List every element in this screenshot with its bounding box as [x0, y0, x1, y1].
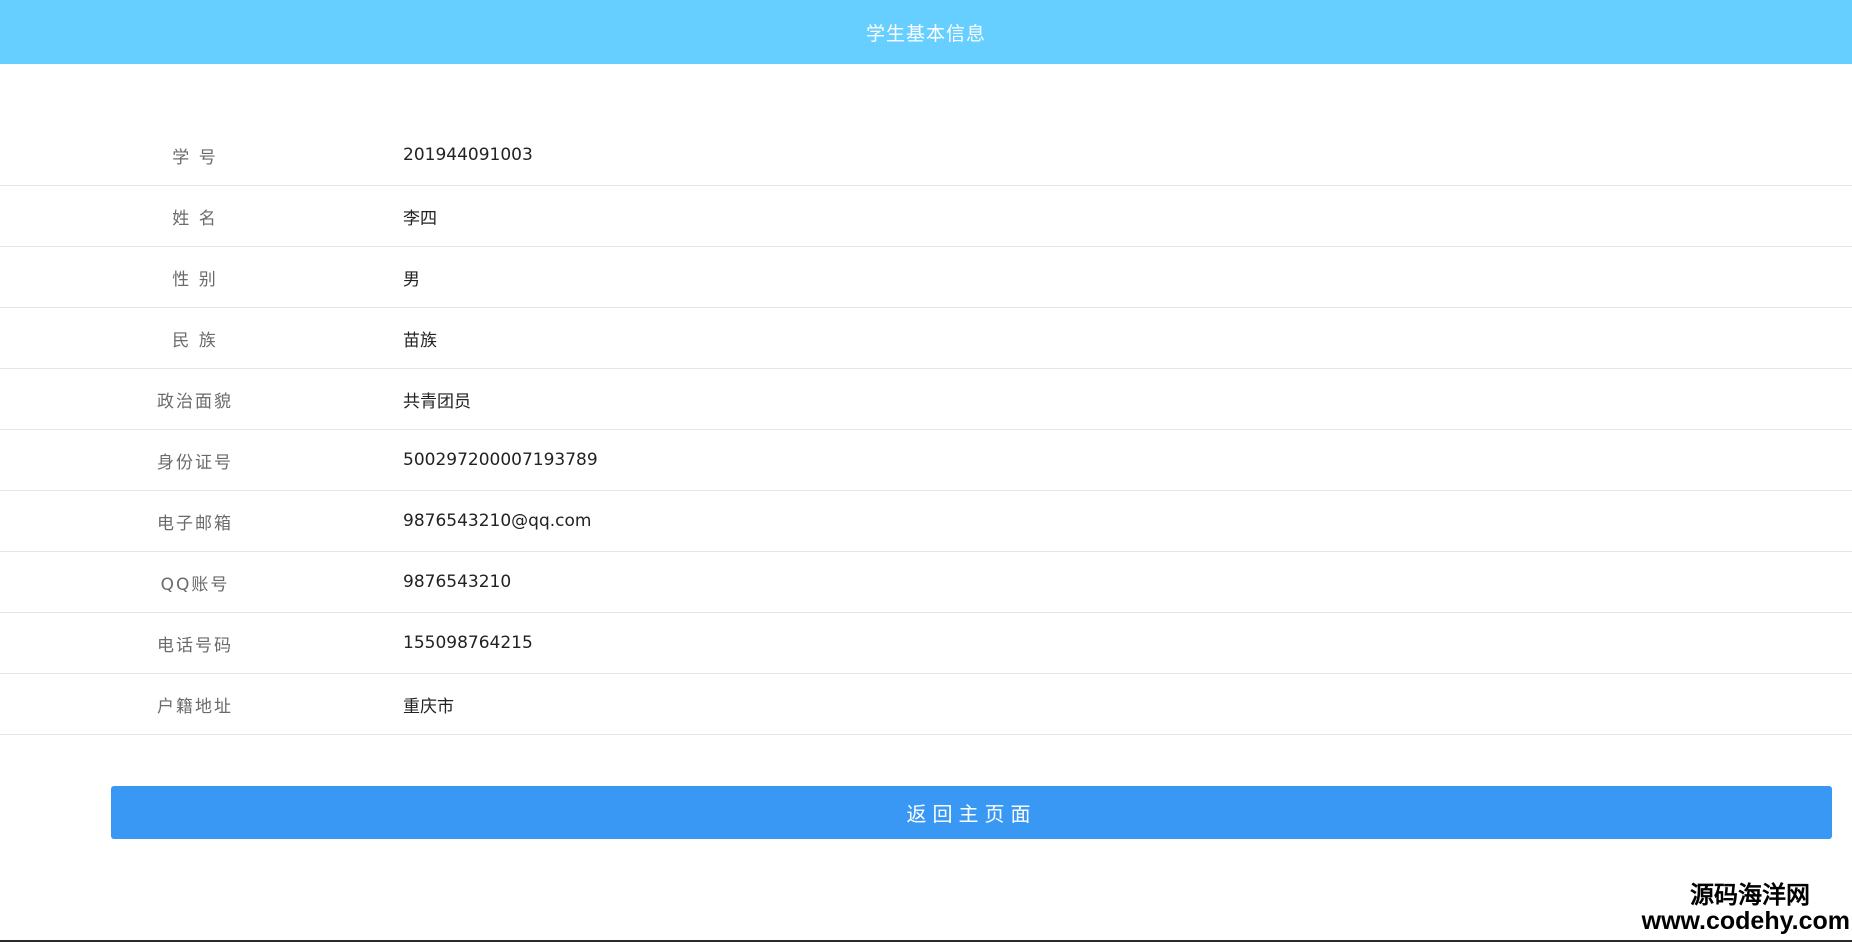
info-row-email: 电子邮箱 9876543210@qq.com	[0, 491, 1852, 552]
info-value: 李四	[403, 208, 437, 229]
watermark: 源码海洋网 www.codehy.com	[1641, 880, 1850, 935]
info-value: 9876543210@qq.com	[403, 511, 592, 531]
page-header: 学生基本信息	[0, 0, 1852, 64]
info-label: 民 族	[172, 330, 218, 351]
info-value: 苗族	[403, 330, 437, 351]
info-label: QQ账号	[160, 574, 230, 595]
info-label: 电子邮箱	[157, 513, 233, 534]
info-label: 政治面貌	[157, 391, 233, 412]
back-to-home-button[interactable]: 返回主页面	[111, 786, 1832, 839]
page-title: 学生基本信息	[865, 22, 986, 45]
info-value: 9876543210	[403, 572, 512, 592]
info-value: 男	[403, 269, 420, 290]
info-row-ethnicity: 民 族 苗族	[0, 308, 1852, 369]
info-row-id-number: 身份证号 500297200007193789	[0, 430, 1852, 491]
info-row-political-status: 政治面貌 共青团员	[0, 369, 1852, 430]
info-row-phone: 电话号码 155098764215	[0, 613, 1852, 674]
student-info-list: 学 号 201944091003 姓 名 李四 性 别 男 民 族 苗族 政治面…	[0, 125, 1852, 735]
info-label: 身份证号	[157, 452, 233, 473]
info-value: 重庆市	[403, 696, 454, 717]
info-value: 500297200007193789	[403, 450, 598, 470]
info-label: 性 别	[172, 269, 218, 290]
info-value: 155098764215	[403, 633, 533, 653]
student-info-page: 学生基本信息 学 号 201944091003 姓 名 李四 性 别 男 民 族…	[0, 0, 1852, 942]
info-value: 共青团员	[403, 391, 471, 412]
info-row-name: 姓 名 李四	[0, 186, 1852, 247]
info-row-qq: QQ账号 9876543210	[0, 552, 1852, 613]
info-row-gender: 性 别 男	[0, 247, 1852, 308]
info-label: 电话号码	[157, 635, 233, 656]
info-value: 201944091003	[403, 145, 533, 165]
watermark-name: 源码海洋网	[1690, 880, 1810, 909]
info-row-address: 户籍地址 重庆市	[0, 674, 1852, 735]
info-label: 姓 名	[172, 208, 218, 229]
info-row-student-id: 学 号 201944091003	[0, 125, 1852, 186]
watermark-url: www.codehy.com	[1641, 906, 1850, 935]
info-label: 学 号	[172, 147, 218, 168]
info-label: 户籍地址	[157, 696, 233, 717]
